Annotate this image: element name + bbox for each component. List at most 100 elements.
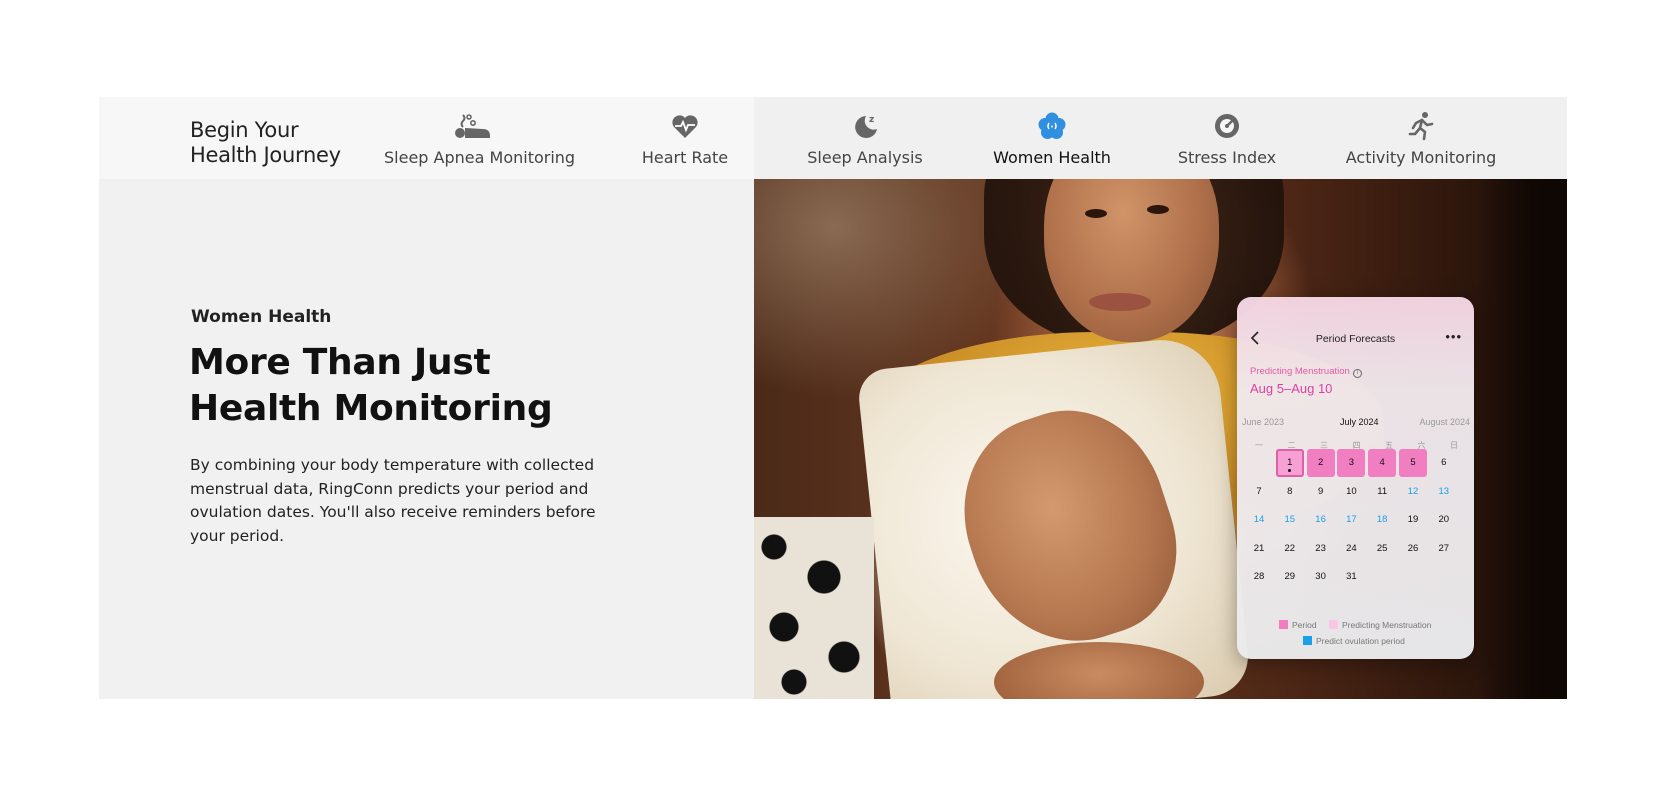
- photo-eye-left: [1085, 209, 1107, 218]
- section-title-line1: Begin Your: [190, 118, 299, 142]
- calendar-day-number: 21: [1253, 542, 1265, 554]
- calendar-day-number: 5: [1410, 457, 1416, 468]
- tab-activity-monitoring[interactable]: Activity Monitoring: [1333, 111, 1509, 171]
- calendar-day-number: 3: [1348, 457, 1355, 468]
- calendar-day-number: 29: [1284, 571, 1296, 582]
- calendar-day[interactable]: 20: [1430, 506, 1458, 534]
- calendar-day[interactable]: 27: [1430, 535, 1458, 563]
- calendar-day-number: 13: [1438, 485, 1450, 497]
- flower-icon: [1038, 112, 1066, 139]
- calendar-day-number: 12: [1407, 485, 1419, 497]
- legend-period-label: Period: [1292, 620, 1317, 630]
- calendar-day[interactable]: 31: [1337, 563, 1365, 591]
- calendar-day-number: 23: [1315, 542, 1326, 554]
- calendar-day[interactable]: 26: [1399, 535, 1427, 563]
- women-health-section: Period Forecasts ••• Predicting Menstrua…: [99, 97, 1567, 699]
- feature-eyebrow: Women Health: [191, 307, 332, 327]
- headline-line2: Health Monitoring: [189, 388, 553, 429]
- legend-ovulation-label: Predict ovulation period: [1316, 636, 1405, 646]
- running-icon: [1408, 112, 1434, 141]
- tab-women-health[interactable]: Women Health: [986, 111, 1118, 171]
- legend-ovulation: Predict ovulation period: [1303, 636, 1405, 646]
- calendar-day[interactable]: 28: [1245, 563, 1273, 591]
- calendar-day[interactable]: 10: [1337, 478, 1365, 506]
- calendar-day-number: 18: [1376, 514, 1388, 525]
- tab-stress-index[interactable]: Stress Index: [1165, 111, 1289, 171]
- month-prev[interactable]: June 2023: [1242, 417, 1284, 427]
- calendar-day[interactable]: 2: [1306, 449, 1335, 477]
- calendar-day-number: 7: [1256, 485, 1262, 497]
- calendar-day[interactable]: 3: [1337, 449, 1366, 477]
- calendar-day[interactable]: 6: [1430, 449, 1458, 477]
- calendar-day[interactable]: 4: [1368, 449, 1397, 477]
- calendar-day[interactable]: 21: [1245, 535, 1273, 563]
- calendar-day[interactable]: 18: [1368, 506, 1396, 534]
- tab-label: Stress Index: [1177, 148, 1277, 167]
- calendar-day-number: 1: [1287, 457, 1293, 468]
- calendar-day-number: 20: [1438, 514, 1450, 525]
- heart-rate-icon: [672, 115, 698, 138]
- calendar-day[interactable]: 24: [1337, 535, 1365, 563]
- month-next[interactable]: August 2024: [1419, 417, 1470, 427]
- calendar-day[interactable]: 14: [1245, 506, 1273, 534]
- sleep-apnea-icon: [455, 114, 490, 138]
- tab-label: Women Health: [993, 148, 1111, 167]
- hero-photo: Period Forecasts ••• Predicting Menstrua…: [754, 97, 1567, 699]
- calendar-day[interactable]: 11: [1368, 478, 1396, 506]
- calendar-day[interactable]: 5: [1399, 449, 1427, 477]
- page-title: More Than Just Health Monitoring: [189, 340, 553, 432]
- calendar-day-number: 25: [1376, 542, 1388, 554]
- calendar-day[interactable]: 22: [1276, 535, 1304, 563]
- calendar-day[interactable]: 1: [1275, 449, 1304, 477]
- calendar-day[interactable]: 17: [1337, 506, 1365, 534]
- today-dot: [1288, 469, 1292, 472]
- svg-text:z: z: [869, 115, 874, 125]
- gauge-icon: [1215, 114, 1239, 138]
- photo-eye-right: [1147, 205, 1169, 214]
- tab-label: Heart Rate: [641, 148, 729, 167]
- tab-sleep-analysis[interactable]: z Sleep Analysis: [806, 111, 924, 171]
- card-title: Period Forecasts: [1315, 333, 1396, 345]
- moon-icon: z: [855, 115, 877, 138]
- calendar-day-number: 30: [1315, 571, 1326, 582]
- calendar-day[interactable]: 13: [1430, 478, 1458, 506]
- legend-period: Period: [1279, 620, 1317, 630]
- headline-line1: More Than Just: [189, 342, 491, 383]
- calendar-day[interactable]: 23: [1307, 535, 1335, 563]
- calendar-day[interactable]: 19: [1399, 506, 1427, 534]
- calendar-day[interactable]: 9: [1307, 478, 1335, 506]
- calendar-day-number: 28: [1253, 571, 1265, 582]
- calendar-day[interactable]: 29: [1276, 563, 1304, 591]
- tab-label: Activity Monitoring: [1345, 148, 1497, 167]
- calendar-day-number: 9: [1317, 485, 1324, 497]
- calendar-day[interactable]: 16: [1307, 506, 1335, 534]
- photo-lips: [1089, 293, 1151, 311]
- legend-predicting-swatch: [1329, 620, 1338, 629]
- more-icon[interactable]: •••: [1445, 330, 1462, 343]
- calendar-day-number: 4: [1379, 457, 1385, 468]
- legend-ovulation-swatch: [1303, 636, 1312, 645]
- photo-leopard-blanket: [754, 517, 874, 699]
- calendar-day[interactable]: 12: [1399, 478, 1427, 506]
- photo-shadow: [1477, 97, 1567, 699]
- tab-label: Sleep Apnea Monitoring: [384, 148, 576, 167]
- calendar-day-number: 8: [1287, 485, 1293, 497]
- tab-heart-rate[interactable]: Heart Rate: [640, 111, 730, 171]
- calendar-day[interactable]: 30: [1307, 563, 1335, 591]
- section-title-line2: Health Journey: [190, 143, 341, 167]
- calendar-day-number: 6: [1441, 457, 1447, 468]
- calendar-day[interactable]: 8: [1276, 478, 1304, 506]
- calendar-day[interactable]: 25: [1368, 535, 1396, 563]
- calendar-day[interactable]: 7: [1245, 478, 1273, 506]
- period-forecast-card: Period Forecasts ••• Predicting Menstrua…: [1237, 297, 1474, 659]
- calendar-day[interactable]: 15: [1276, 506, 1304, 534]
- weekday-label: 一: [1255, 441, 1263, 450]
- info-icon[interactable]: i: [1352, 369, 1362, 378]
- calendar-day-number: 17: [1346, 514, 1357, 525]
- month-current: July 2024: [1340, 417, 1379, 427]
- calendar-day-number: 14: [1253, 514, 1265, 525]
- tab-sleep-apnea[interactable]: Sleep Apnea Monitoring: [384, 111, 576, 171]
- calendar-day-number: 24: [1346, 542, 1357, 554]
- predicted-dates: Aug 5–Aug 10: [1250, 381, 1333, 396]
- calendar-day-number: 19: [1407, 514, 1419, 525]
